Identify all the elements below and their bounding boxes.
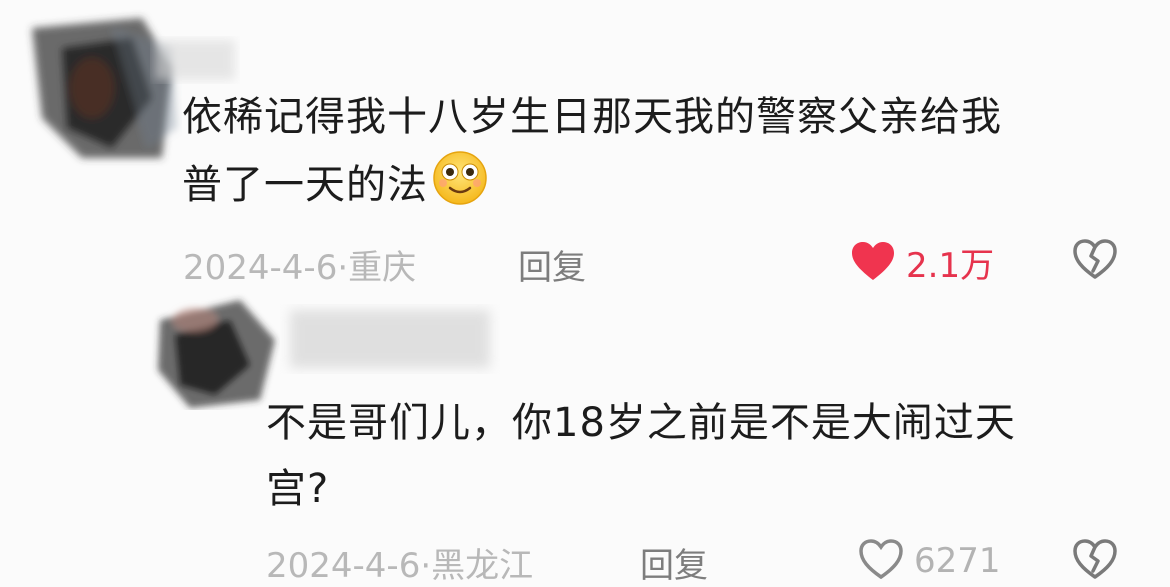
reply-comment-item: 不是哥们儿，你18岁之前是不是大闹过天 宫? 2024-4-6·黑龙江 回复 6… [0, 290, 1170, 586]
comment-item: 依稀记得我十八岁生日那天我的警察父亲给我 普了一天的法 2024-4-6·重庆 [0, 0, 1170, 300]
meta-separator: · [420, 546, 432, 586]
heart-icon [850, 240, 896, 286]
comment-text-line: 宫? [266, 466, 330, 512]
avatar[interactable] [150, 290, 280, 410]
comment-text-line: 不是哥们儿，你18岁之前是不是大闹过天 [266, 400, 1016, 446]
comment-text: 依稀记得我十八岁生日那天我的警察父亲给我 普了一天的法 [182, 84, 1142, 226]
username-scribble [280, 298, 500, 382]
comment-text: 不是哥们儿，你18岁之前是不是大闹过天 宫? [266, 390, 1146, 522]
comment-location: 重庆 [348, 248, 417, 288]
comment-location: 黑龙江 [431, 546, 534, 586]
like-button[interactable]: 6271 [858, 538, 1001, 584]
smiling-face-emoji [432, 150, 488, 226]
comment-text-line: 依稀记得我十八岁生日那天我的警察父亲给我 [182, 94, 1002, 140]
broken-heart-icon [1072, 539, 1118, 584]
meta-separator: · [337, 248, 349, 288]
comment-meta: 2024-4-6·黑龙江 [266, 538, 533, 587]
reply-button[interactable]: 回复 [518, 240, 586, 289]
comment-meta: 2024-4-6·重庆 [183, 240, 416, 289]
broken-heart-icon [1072, 239, 1118, 284]
reply-button[interactable]: 回复 [640, 538, 708, 587]
comment-text-line: 普了一天的法 [182, 150, 1142, 226]
like-count: 6271 [914, 541, 1001, 581]
comment-date: 2024-4-6 [266, 546, 421, 586]
like-button[interactable]: 2.1万 [850, 238, 994, 287]
heart-outline-icon [858, 538, 904, 584]
like-count: 2.1万 [906, 246, 995, 286]
comment-date: 2024-4-6 [183, 248, 338, 288]
dislike-button[interactable] [1072, 538, 1118, 584]
dislike-button[interactable] [1072, 238, 1118, 284]
